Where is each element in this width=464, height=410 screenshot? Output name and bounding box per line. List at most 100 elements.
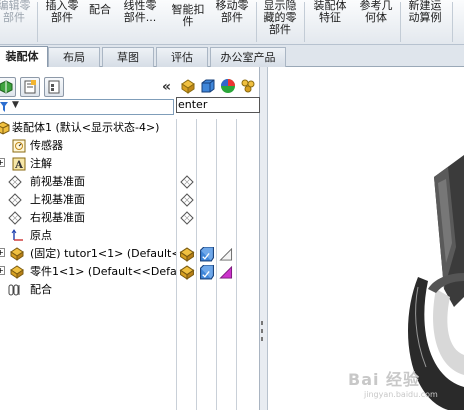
tree-item-label: 右视基准面 (30, 211, 85, 224)
expand-icon[interactable]: + (0, 158, 5, 167)
tree-item-annotations[interactable]: + A 注解 (0, 155, 176, 173)
feature-manager-panel: « ▼ enter 装配体1 (默认<显示状态-4>) 传感器 + A 注解 前… (0, 67, 260, 410)
reference-geometry-label: 参考几 何体 (359, 0, 393, 24)
chevron-down-icon: ▼ (12, 100, 19, 110)
expand-icon[interactable]: + (0, 266, 5, 275)
tree-item-tutor1[interactable]: + (固定) tutor1<1> (Default<< (0, 245, 176, 263)
plane-visibility-icon[interactable] (180, 211, 194, 225)
tree-item-part1[interactable]: + 零件1<1> (Default<<Default (0, 263, 176, 281)
search-input[interactable]: enter (176, 97, 260, 113)
ribbon-separator (452, 2, 453, 42)
property-manager-icon[interactable] (20, 77, 40, 97)
filter-icon (0, 102, 8, 112)
edit-component-button[interactable]: 编辑零 部件 (0, 0, 34, 44)
tree-item-label: 零件1<1> (Default<<Default (30, 265, 176, 278)
linear-pattern-label: 线性零 部件... (123, 0, 157, 24)
appearance-swatch-icon[interactable] (219, 248, 233, 261)
insert-component-label: 插入零 部件 (45, 0, 79, 24)
ribbon-separator (304, 2, 305, 42)
command-manager-ribbon: 编辑零 部件 插入零 部件 配合 线性零 部件... 智能扣 件 移动零 部件 … (0, 0, 464, 45)
baidu-watermark: Bai 经验 (348, 370, 421, 389)
baidu-watermark-url: jingyan.baidu.com (364, 390, 438, 399)
svg-text:A: A (14, 160, 23, 171)
plane-visibility-icon[interactable] (180, 193, 194, 207)
mates-icon (8, 284, 20, 296)
linear-pattern-button[interactable]: 线性零 部件... (118, 0, 162, 44)
tab-sketch[interactable]: 草图 (102, 47, 154, 67)
insert-component-button[interactable]: 插入零 部件 (40, 0, 84, 44)
new-motion-study-button[interactable]: 新建运 动算例 (403, 0, 447, 44)
show-hidden-components-button[interactable]: 显示隐 藏的零 部件 (258, 0, 302, 44)
tree-item-top-plane[interactable]: 上视基准面 (0, 191, 176, 209)
tree-item-label: 上视基准面 (30, 193, 85, 206)
graphics-area[interactable] (268, 67, 464, 410)
edit-component-label: 编辑零 部件 (0, 0, 31, 24)
tab-evaluate[interactable]: 评估 (156, 47, 208, 67)
component-icon (180, 78, 196, 94)
plane-icon (8, 175, 22, 189)
mate-label: 配合 (89, 3, 111, 16)
assembly-icon (0, 121, 10, 135)
part-icon (10, 265, 24, 279)
tree-item-assembly[interactable]: 装配体1 (默认<显示状态-4>) (0, 119, 176, 137)
tree-item-sensors[interactable]: 传感器 (0, 137, 176, 155)
tree-item-label: (固定) tutor1<1> (Default<< (30, 247, 176, 260)
splitter-grip (261, 329, 266, 333)
cube-icon (200, 78, 216, 94)
annotation-icon: A (12, 157, 26, 171)
part-icon (10, 247, 24, 261)
splitter-grip (261, 321, 266, 325)
plane-icon (8, 211, 22, 225)
component-visibility-icon[interactable] (179, 247, 195, 262)
configuration-manager-icon[interactable] (44, 77, 64, 97)
tree-item-label: 传感器 (30, 139, 63, 152)
component-visibility-icon[interactable] (179, 265, 195, 280)
collapse-panel-icon[interactable]: « (162, 79, 171, 95)
tab-office-products[interactable]: 办公室产品 (210, 47, 286, 67)
column-divider (196, 119, 197, 410)
display-state-icon (240, 78, 256, 94)
expand-icon[interactable]: + (0, 248, 5, 257)
tree-item-right-plane[interactable]: 右视基准面 (0, 209, 176, 227)
tab-layout[interactable]: 布局 (48, 47, 100, 67)
smart-fasteners-button[interactable]: 智能扣 件 (166, 3, 210, 44)
3d-model-view[interactable] (268, 67, 464, 410)
plane-icon (8, 193, 22, 207)
tree-item-label: 原点 (30, 229, 52, 242)
appearance-swatch-icon[interactable] (219, 266, 233, 279)
panel-splitter[interactable] (260, 67, 268, 410)
origin-icon (11, 229, 23, 241)
command-manager-tabs: 装配体 布局 草图 评估 办公室产品 (0, 45, 464, 68)
tree-item-label: 装配体1 (默认<显示状态-4>) (12, 121, 160, 134)
tree-item-label: 前视基准面 (30, 175, 85, 188)
smart-fasteners-label: 智能扣 件 (171, 3, 205, 28)
new-motion-study-label: 新建运 动算例 (408, 0, 442, 24)
tree-filter[interactable]: ▼ (0, 99, 174, 115)
move-component-label: 移动零 部件 (215, 0, 249, 24)
ribbon-separator (400, 2, 401, 42)
appearance-icon (220, 78, 236, 94)
tab-assembly[interactable]: 装配体 (0, 46, 48, 68)
tree-item-mates[interactable]: 配合 (0, 281, 176, 299)
column-divider (236, 119, 237, 410)
show-hidden-components-label: 显示隐 藏的零 部件 (263, 0, 297, 36)
feature-manager-icon[interactable] (0, 77, 16, 97)
ribbon-separator (256, 2, 257, 42)
assembly-features-button[interactable]: 装配体 特征 (308, 0, 352, 44)
splitter-grip (261, 337, 266, 341)
tree-item-origin[interactable]: 原点 (0, 227, 176, 245)
sensor-icon (12, 139, 26, 153)
display-pane (176, 119, 260, 410)
mate-button[interactable]: 配合 (84, 3, 116, 44)
column-divider (216, 119, 217, 410)
tree-item-label: 配合 (30, 283, 52, 296)
display-mode-icon[interactable] (199, 247, 215, 262)
display-mode-icon[interactable] (199, 265, 215, 280)
move-component-button[interactable]: 移动零 部件 (210, 0, 254, 44)
tree-item-label: 注解 (30, 157, 52, 170)
column-divider (176, 119, 177, 410)
plane-visibility-icon[interactable] (180, 175, 194, 189)
tree-item-front-plane[interactable]: 前视基准面 (0, 173, 176, 191)
assembly-features-label: 装配体 特征 (313, 0, 347, 24)
reference-geometry-button[interactable]: 参考几 何体 (354, 0, 398, 44)
